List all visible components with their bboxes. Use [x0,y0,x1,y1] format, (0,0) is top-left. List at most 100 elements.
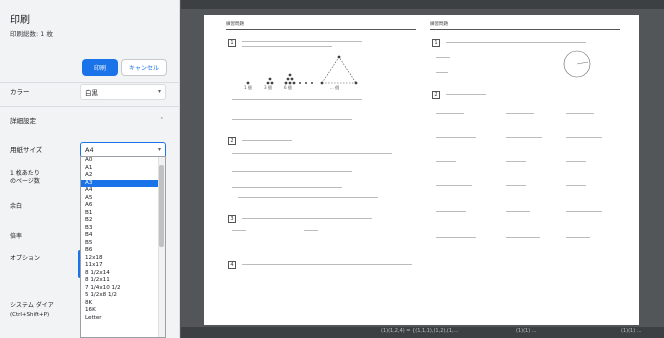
question-number: 3 [228,215,236,223]
bottom-text: (1)(1,2,4) = {(1,1,1),(1,2),(1,... [381,328,459,334]
paper-size-dropdown-list[interactable]: A0 A1 A2 A3 A4 A5 A6 B1 B2 B3 B4 B5 B6 12x18 11x17 8 1/… [80,156,166,338]
chevron-up-icon[interactable]: ˆ [160,117,164,125]
paper-size-option[interactable]: 8 1/2x14 [81,270,165,278]
text-line [242,218,372,219]
text-line [446,94,486,95]
question-number: 1 [432,39,440,47]
paper-size-option[interactable]: A4 [81,187,165,195]
text-line [506,113,534,114]
paper-size-option[interactable]: B5 [81,240,165,248]
bottom-text: (1)(1) ... [516,328,537,334]
fig-label: 6 個 [284,85,292,90]
color-label: カラー [10,88,30,96]
sheet-count: 印刷総数: 1 枚 [10,30,53,38]
print-dialog: 印刷 印刷総数: 1 枚 印刷 キャンセル カラー 白黒 ▾ 詳細設定 ˆ 用紙… [0,0,664,338]
color-select-value: 白黒 [85,89,98,97]
preview-toolbar [181,0,664,9]
cancel-button[interactable]: キャンセル [121,59,167,76]
text-line [506,137,542,138]
paper-size-value: A4 [85,146,94,154]
paper-size-option[interactable]: B4 [81,232,165,240]
margins-label: 余白 [10,203,23,210]
question-number: 1 [228,39,236,47]
paper-size-option[interactable]: 7 1/4x10 1/2 [81,285,165,293]
text-line [506,211,530,212]
text-line [232,171,352,172]
bottom-text: (1)(1) ... [621,328,642,334]
text-line [242,46,332,47]
paper-size-option[interactable]: 8 1/2x11 [81,277,165,285]
text-line [566,237,590,238]
text-line [436,72,448,73]
scrollbar-thumb[interactable] [159,165,164,247]
paper-size-option[interactable]: A1 [81,165,165,173]
text-line [566,185,586,186]
color-select[interactable]: 白黒 ▾ [80,84,166,100]
dialog-title: 印刷 [10,15,30,26]
options-label: オプション [10,255,41,262]
text-line [446,42,586,43]
dropdown-scrollbar[interactable] [158,157,165,337]
paper-size-option[interactable]: A3 [81,179,165,187]
paper-size-option[interactable]: A6 [81,202,165,210]
pages-per-sheet-label-2: のページ数 [10,178,40,185]
text-line [232,153,392,154]
question-number: 2 [432,91,440,99]
paper-size-option[interactable]: 5 1/2x8 1/2 [81,292,165,300]
text-line [436,185,472,186]
text-line [566,161,586,162]
question-number: 2 [228,137,236,145]
preview-bottom-strip: (1)(1,2,4) = {(1,1,1),(1,2),(1,... (1)(1… [181,327,664,338]
text-line [436,211,466,212]
text-line [232,230,246,231]
system-dialog-link[interactable]: システム ダイア [10,302,54,310]
paper-size-option[interactable]: B6 [81,247,165,255]
text-line [232,187,342,188]
fig-label: 1 個 [244,85,252,90]
paper-size-option[interactable]: B2 [81,217,165,225]
dot-triangle-figure [246,55,358,85]
right-heading: 練習問題 [430,22,448,27]
left-heading: 練習問題 [226,22,244,27]
scale-label: 倍率 [10,233,23,240]
details-label: 詳細設定 [10,117,36,125]
paper-size-option[interactable]: A2 [81,172,165,180]
text-line [232,119,352,120]
paper-size-option[interactable]: 16K [81,307,165,315]
paper-size-option[interactable]: 12x18 [81,255,165,263]
preview-page: 練習問題 1 1 個 3 個 6 個 ... 個 2 3 4 練習問題 1 2 [204,15,639,325]
paper-size-option[interactable]: Letter [81,315,165,323]
paper-size-option[interactable]: B3 [81,225,165,233]
text-line [436,237,476,238]
heading-rule [430,29,620,30]
paper-size-option[interactable]: A5 [81,195,165,203]
print-settings-panel: 印刷 印刷総数: 1 枚 印刷 キャンセル カラー 白黒 ▾ 詳細設定 ˆ 用紙… [0,0,180,338]
text-line [436,161,456,162]
fig-label: 3 個 [264,85,272,90]
chevron-down-icon: ▾ [157,88,161,95]
text-line [566,113,594,114]
print-button[interactable]: 印刷 [82,59,118,76]
text-line [436,57,450,58]
text-line [506,161,526,162]
text-line [436,137,476,138]
text-line [242,140,292,141]
paper-size-option[interactable]: 11x17 [81,262,165,270]
paper-size-option[interactable]: A0 [81,157,165,165]
heading-rule [226,29,416,30]
text-line [242,41,362,42]
divider [0,82,179,83]
fig-label: ... 個 [330,85,340,90]
paper-size-option[interactable]: 8K [81,300,165,308]
paper-size-option[interactable]: B1 [81,210,165,218]
text-line [566,137,602,138]
divider [0,106,179,107]
text-line [242,264,412,265]
text-line [436,113,464,114]
pages-per-sheet-label-1: 1 枚あたり [10,170,40,177]
paper-size-label: 用紙サイズ [10,146,43,154]
circle-figure [563,50,591,78]
text-line [506,185,526,186]
system-dialog-shortcut: (Ctrl+Shift+P) [10,312,50,318]
question-number: 4 [228,261,236,269]
